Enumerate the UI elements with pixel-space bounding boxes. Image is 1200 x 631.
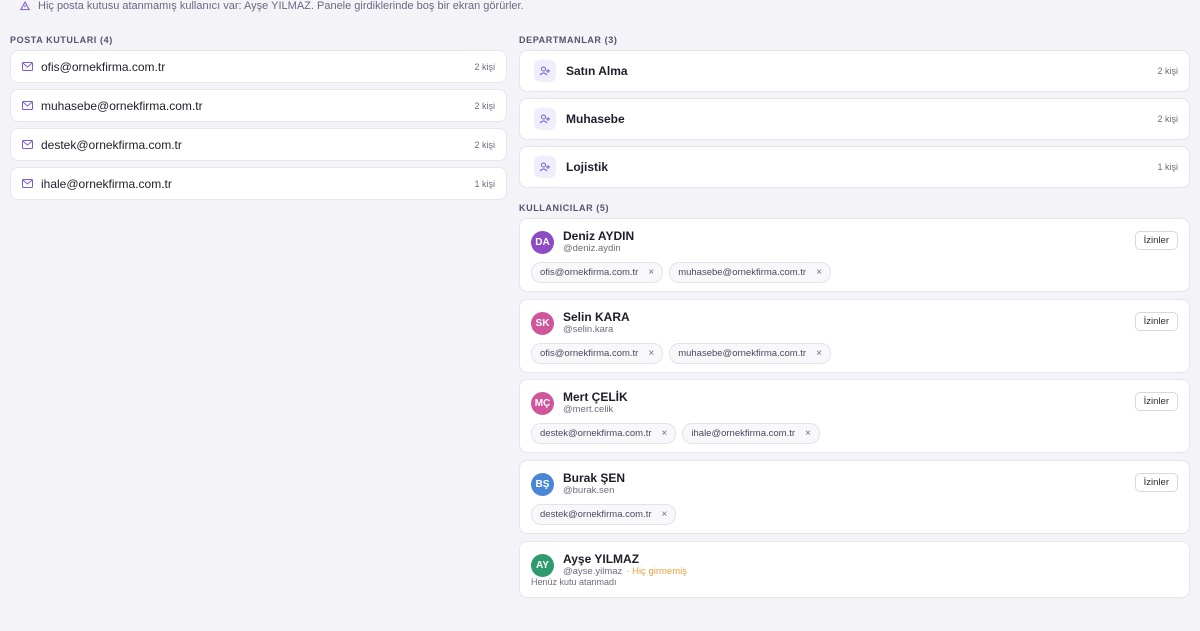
user-card: MÇ Mert ÇELİK @mert.celik İzinler destek… xyxy=(519,379,1190,453)
mailbox-item[interactable]: ofis@ornekfirma.com.tr 2 kişi xyxy=(10,50,507,83)
remove-icon[interactable]: × xyxy=(648,348,654,359)
chip-label: destek@ornekfirma.com.tr xyxy=(540,428,652,439)
remove-icon[interactable]: × xyxy=(816,267,822,278)
mailbox-address: destek@ornekfirma.com.tr xyxy=(41,137,182,152)
avatar: MÇ xyxy=(531,392,554,415)
user-name: Deniz AYDIN xyxy=(563,229,635,243)
department-count: 2 kişi xyxy=(1157,114,1178,124)
mail-icon xyxy=(22,179,33,188)
department-item[interactable]: Satın Alma 2 kişi xyxy=(519,50,1190,92)
departments-title: DEPARTMANLAR (3) xyxy=(519,35,618,45)
mailbox-item[interactable]: muhasebe@ornekfirma.com.tr 2 kişi xyxy=(10,89,507,122)
user-handle: @ayse.yilmaz xyxy=(563,566,623,577)
permissions-button[interactable]: İzinler xyxy=(1134,392,1178,411)
remove-icon[interactable]: × xyxy=(805,428,811,439)
avatar: AY xyxy=(531,554,554,577)
user-card: AY Ayşe YILMAZ @ayse.yilmaz · Hiç girmemi… xyxy=(519,541,1190,598)
mailboxes-title: POSTA KUTULARI (4) xyxy=(10,35,113,45)
mailbox-chip: ofis@ornekfirma.com.tr × xyxy=(531,262,664,283)
mailbox-count: 1 kişi xyxy=(474,178,495,189)
warning-text: Hiç posta kutusu atanmamış kullanıcı var… xyxy=(38,0,524,12)
permissions-button[interactable]: İzinler xyxy=(1134,473,1178,492)
avatar: DA xyxy=(531,231,554,254)
user-card: DA Deniz AYDIN @deniz.aydin İzinler ofis… xyxy=(519,218,1190,292)
mail-icon xyxy=(22,62,33,71)
user-add-icon xyxy=(534,156,556,178)
mailbox-chip: destek@ornekfirma.com.tr × xyxy=(531,504,677,525)
mailbox-chip: destek@ornekfirma.com.tr × xyxy=(531,423,677,444)
mailbox-address: muhasebe@ornekfirma.com.tr xyxy=(41,98,203,113)
department-count: 2 kişi xyxy=(1157,66,1178,76)
user-handle: @burak.sen xyxy=(563,485,615,496)
chip-label: muhasebe@ornekfirma.com.tr xyxy=(678,267,807,278)
department-name: Lojistik xyxy=(566,160,609,174)
user-card: BŞ Burak ŞEN @burak.sen İzinler destek@o… xyxy=(519,460,1190,534)
remove-icon[interactable]: × xyxy=(816,348,822,359)
mailbox-count: 2 kişi xyxy=(474,61,495,72)
never-logged-in-status: · Hiç girmemiş xyxy=(626,566,687,577)
no-mailbox-note: Henüz kutu atanmadı xyxy=(531,577,617,587)
user-add-icon xyxy=(534,60,556,82)
mailbox-chip: muhasebe@ornekfirma.com.tr × xyxy=(669,262,831,283)
permissions-button[interactable]: İzinler xyxy=(1134,312,1178,331)
remove-icon[interactable]: × xyxy=(662,428,668,439)
chip-label: ofis@ornekfirma.com.tr xyxy=(540,348,639,359)
department-name: Satın Alma xyxy=(566,64,628,78)
user-name: Selin KARA xyxy=(563,310,630,324)
user-name: Ayşe YILMAZ xyxy=(563,552,640,566)
mailbox-chip: ofis@ornekfirma.com.tr × xyxy=(531,343,664,364)
remove-icon[interactable]: × xyxy=(662,509,668,520)
avatar: SK xyxy=(531,312,554,335)
mailbox-address: ofis@ornekfirma.com.tr xyxy=(41,59,166,74)
chip-label: destek@ornekfirma.com.tr xyxy=(540,509,652,520)
mailbox-item[interactable]: ihale@ornekfirma.com.tr 1 kişi xyxy=(10,167,507,200)
remove-icon[interactable]: × xyxy=(648,267,654,278)
warning-triangle-icon xyxy=(20,1,30,11)
department-item[interactable]: Muhasebe 2 kişi xyxy=(519,98,1190,140)
mail-icon xyxy=(22,101,33,110)
users-title: KULLANICILAR (5) xyxy=(519,203,610,213)
mailbox-address: ihale@ornekfirma.com.tr xyxy=(41,176,172,191)
chip-label: ofis@ornekfirma.com.tr xyxy=(540,267,639,278)
user-handle: @selin.kara xyxy=(563,324,614,335)
department-name: Muhasebe xyxy=(566,112,625,126)
mailbox-count: 2 kişi xyxy=(474,100,495,111)
chip-label: muhasebe@ornekfirma.com.tr xyxy=(678,348,807,359)
user-handle: @mert.celik xyxy=(563,404,614,415)
user-card: SK Selin KARA @selin.kara İzinler ofis@o… xyxy=(519,299,1190,373)
mail-icon xyxy=(22,140,33,149)
mailbox-count: 2 kişi xyxy=(474,139,495,150)
avatar: BŞ xyxy=(531,473,554,496)
user-name: Burak ŞEN xyxy=(563,471,626,485)
user-add-icon xyxy=(534,108,556,130)
warning-banner: Hiç posta kutusu atanmamış kullanıcı var… xyxy=(20,0,524,12)
permissions-button[interactable]: İzinler xyxy=(1134,231,1178,250)
mailbox-chip: ihale@ornekfirma.com.tr × xyxy=(682,423,820,444)
department-count: 1 kişi xyxy=(1157,162,1178,172)
mailbox-item[interactable]: destek@ornekfirma.com.tr 2 kişi xyxy=(10,128,507,161)
chip-label: ihale@ornekfirma.com.tr xyxy=(691,428,796,439)
mailbox-chip: muhasebe@ornekfirma.com.tr × xyxy=(669,343,831,364)
user-handle: @deniz.aydin xyxy=(563,243,621,254)
department-item[interactable]: Lojistik 1 kişi xyxy=(519,146,1190,188)
user-name: Mert ÇELİK xyxy=(563,390,628,404)
